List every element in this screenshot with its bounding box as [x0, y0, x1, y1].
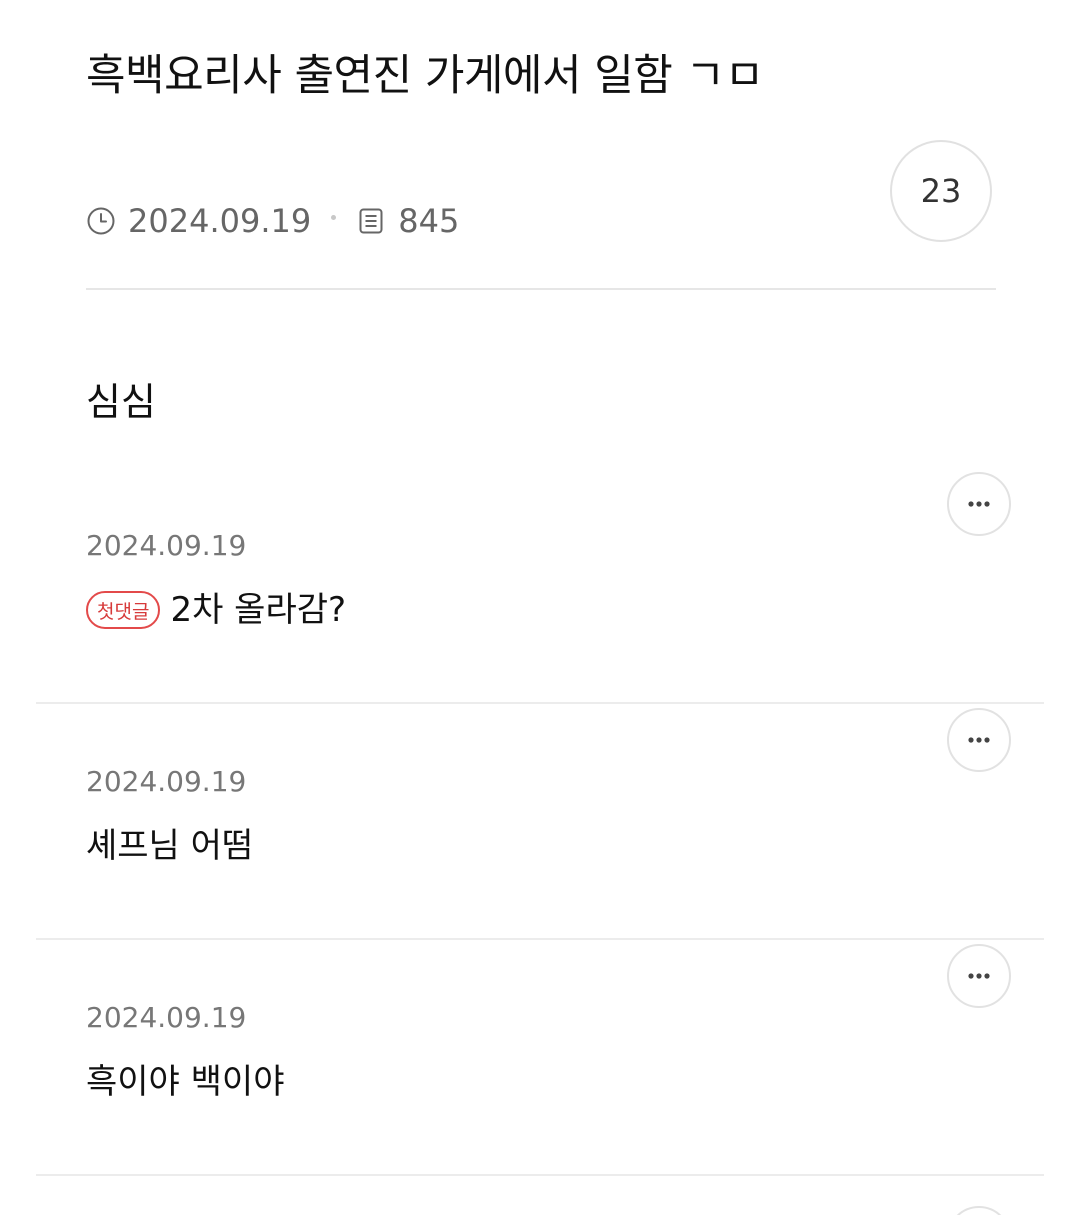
- post-meta: 2024.09.19 845: [86, 198, 459, 244]
- comment-date: 2024.09.19: [86, 1001, 247, 1034]
- comment-content: 흑이야 백이야: [86, 1056, 285, 1108]
- more-dots-icon: [968, 737, 990, 743]
- comment-content: 첫댓글 2차 올라감?: [86, 584, 346, 636]
- post-page: 흑백요리사 출연진 가게에서 일함 ㄱㅁ 2024.09.19 845 23 심…: [0, 0, 1080, 1215]
- comment-more-button[interactable]: [947, 708, 1011, 772]
- more-dots-icon: [968, 973, 990, 979]
- more-dots-icon: [968, 501, 990, 507]
- post-title: 흑백요리사 출연진 가게에서 일함 ㄱㅁ: [86, 51, 764, 101]
- comment-date: 2024.09.19: [86, 529, 247, 562]
- clock-icon: [86, 206, 116, 236]
- post-body: 심심: [86, 380, 156, 424]
- comment-item: 2024.09.19 흑이야 백이야: [36, 940, 1044, 1176]
- comment-more-button[interactable]: [947, 472, 1011, 536]
- post-date: 2024.09.19: [128, 202, 312, 240]
- view-count: 845: [398, 202, 460, 240]
- comment-more-button-partial[interactable]: [947, 1206, 1011, 1215]
- header-divider: [86, 288, 996, 290]
- comment-text: 2차 올라감?: [170, 590, 347, 630]
- comment-count-button[interactable]: 23: [890, 140, 992, 242]
- comment-item: 2024.09.19 첫댓글 2차 올라감?: [36, 468, 1044, 704]
- comment-date: 2024.09.19: [86, 765, 247, 798]
- first-comment-badge: 첫댓글: [86, 591, 161, 629]
- meta-separator: [331, 214, 337, 220]
- comment-more-button[interactable]: [947, 944, 1011, 1008]
- document-icon: [356, 206, 386, 236]
- comment-text: 셰프님 어떰: [86, 826, 254, 866]
- comment-content: 셰프님 어떰: [86, 820, 253, 872]
- comment-item: 2024.09.19 셰프님 어떰: [36, 704, 1044, 940]
- comment-text: 흑이야 백이야: [86, 1062, 285, 1102]
